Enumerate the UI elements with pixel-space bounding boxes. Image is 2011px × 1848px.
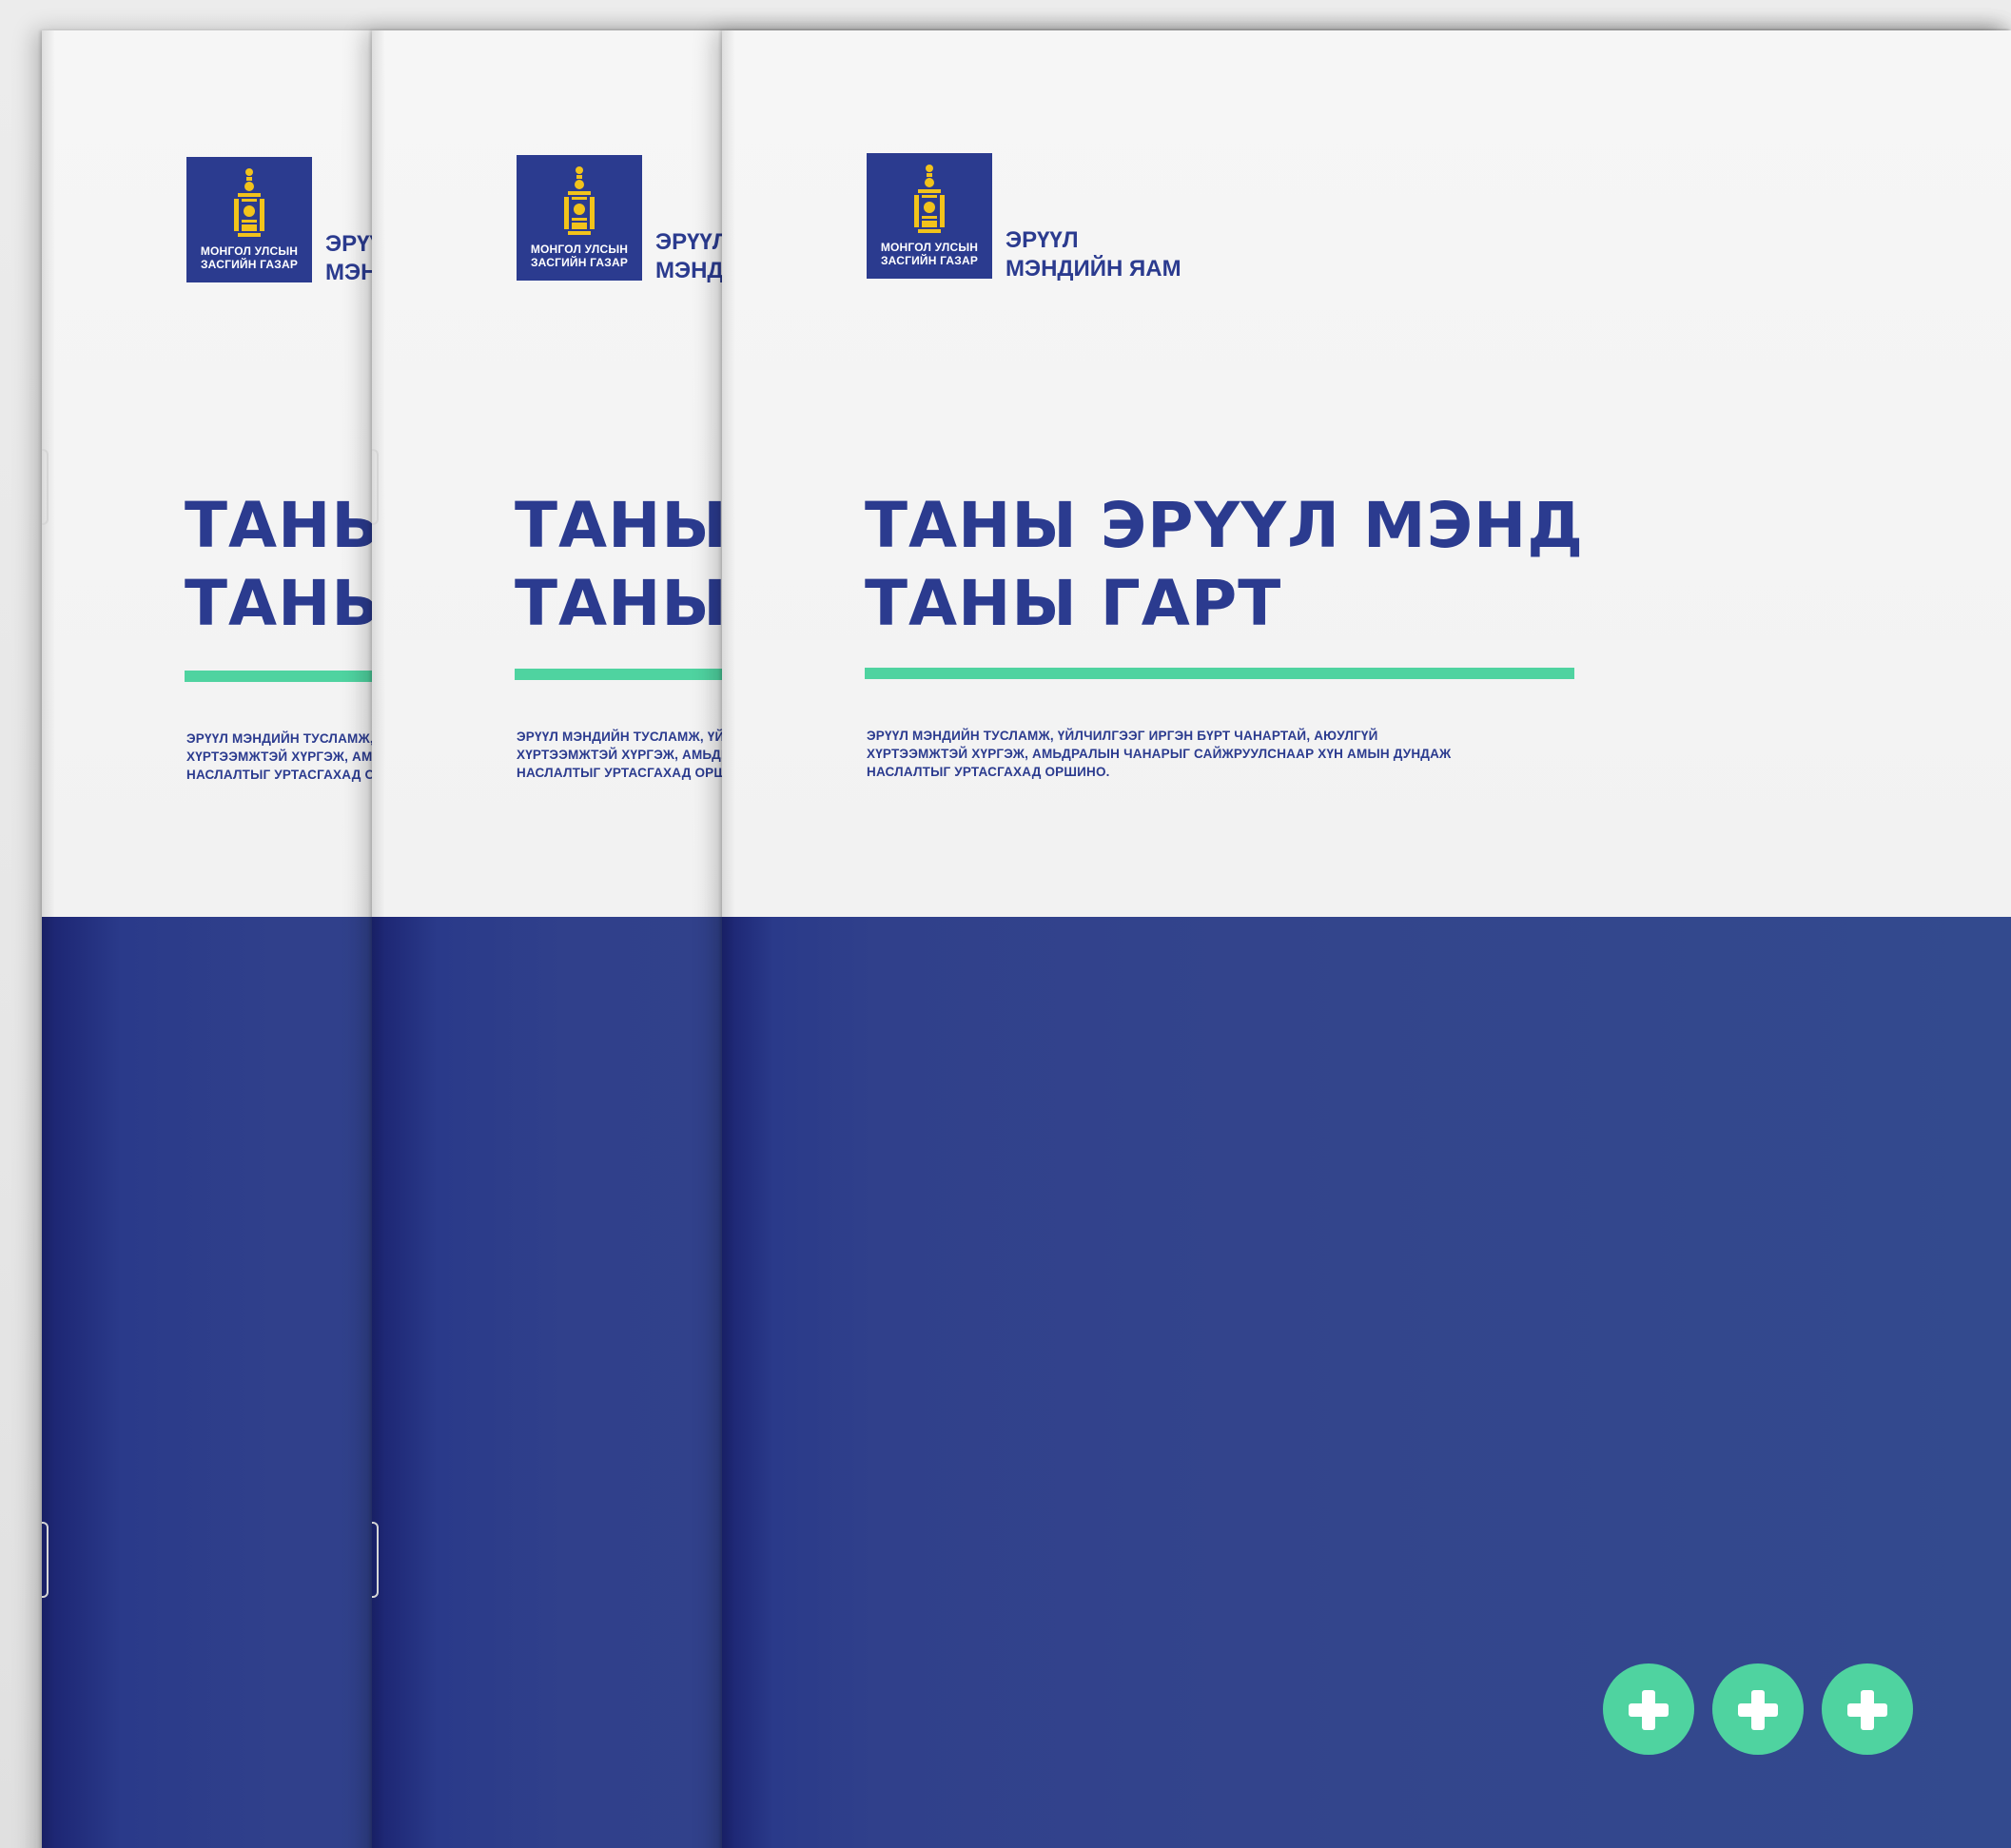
soyombo-emblem-icon xyxy=(564,166,595,235)
logo-caption: МОНГОЛ УЛСЫН ЗАСГИЙН ГАЗАР xyxy=(867,241,992,267)
logo-line-1: МОНГОЛ УЛСЫН xyxy=(530,243,629,256)
soyombo-emblem-icon xyxy=(234,168,264,237)
government-logo: МОНГОЛ УЛСЫН ЗАСГИЙН ГАЗАР xyxy=(517,155,642,281)
logo-caption: МОНГОЛ УЛСЫН ЗАСГИЙН ГАЗАР xyxy=(517,243,642,269)
cover-title: ТАНЫ ЭРҮҮЛ МЭНД ТАНЫ ГАРТ xyxy=(865,487,1584,643)
logo-caption: МОНГОЛ УЛСЫН ЗАСГИЙН ГАЗАР xyxy=(186,244,312,271)
plus-circle-icon xyxy=(1822,1663,1913,1755)
accent-divider xyxy=(865,668,1574,679)
title-line-1: ТАНЫ ЭРҮҮЛ МЭНД xyxy=(865,489,1585,562)
ministry-line-1: ЭРҮҮЛ xyxy=(1006,227,1079,253)
staple-mark xyxy=(372,1522,379,1598)
cover-tagline: ЭРҮҮЛ МЭНДИЙН ТУСЛАМЖ, ҮЙЛЧИЛГЭЭГ ИРГЭН … xyxy=(867,727,1590,781)
tagline-line-1: ЭРҮҮЛ МЭНДИЙН ТУСЛАМЖ, ҮЙЛЧИЛГЭЭГ ИРГЭН … xyxy=(867,729,1378,743)
title-line-2: ТАНЫ ГАРТ xyxy=(865,567,1282,640)
government-logo: МОНГОЛ УЛСЫН ЗАСГИЙН ГАЗАР xyxy=(867,153,992,279)
logo-line-1: МОНГОЛ УЛСЫН xyxy=(880,241,979,254)
booklet-stack-scene: МОНГОЛ УЛСЫН ЗАСГИЙН ГАЗАР ЭРҮҮЛ МЭНДИЙН… xyxy=(0,0,2011,1848)
ministry-line-2: МЭНДИЙН ЯАМ xyxy=(1006,256,1181,282)
logo-line-2: ЗАСГИЙН ГАЗАР xyxy=(200,258,299,271)
spine-shade xyxy=(722,30,735,1848)
government-logo: МОНГОЛ УЛСЫН ЗАСГИЙН ГАЗАР xyxy=(186,157,312,282)
booklet-front: МОНГОЛ УЛСЫН ЗАСГИЙН ГАЗАР ЭРҮҮЛ МЭНДИЙН… xyxy=(722,30,2011,1848)
plus-circle-icon xyxy=(1712,1663,1804,1755)
staple-mark xyxy=(42,1522,49,1598)
tagline-line-3: НАСЛАЛТЫГ УРТАСГАХАД ОРШИНО. xyxy=(867,765,1110,779)
staple-mark xyxy=(372,449,379,525)
logo-line-2: ЗАСГИЙН ГАЗАР xyxy=(880,254,979,267)
soyombo-emblem-icon xyxy=(914,165,945,233)
tagline-line-2: ХҮРТЭЭМЖТЭЙ ХҮРГЭЖ, АМЬДРАЛЫН ЧАНАРЫГ СА… xyxy=(867,747,1452,761)
staple-mark xyxy=(42,449,49,525)
plus-icons-row xyxy=(1603,1663,1913,1755)
ministry-name: ЭРҮҮЛ МЭНДИЙН ЯАМ xyxy=(1006,226,1181,283)
logo-line-1: МОНГОЛ УЛСЫН xyxy=(200,244,299,258)
plus-circle-icon xyxy=(1603,1663,1694,1755)
logo-line-2: ЗАСГИЙН ГАЗАР xyxy=(530,256,629,269)
